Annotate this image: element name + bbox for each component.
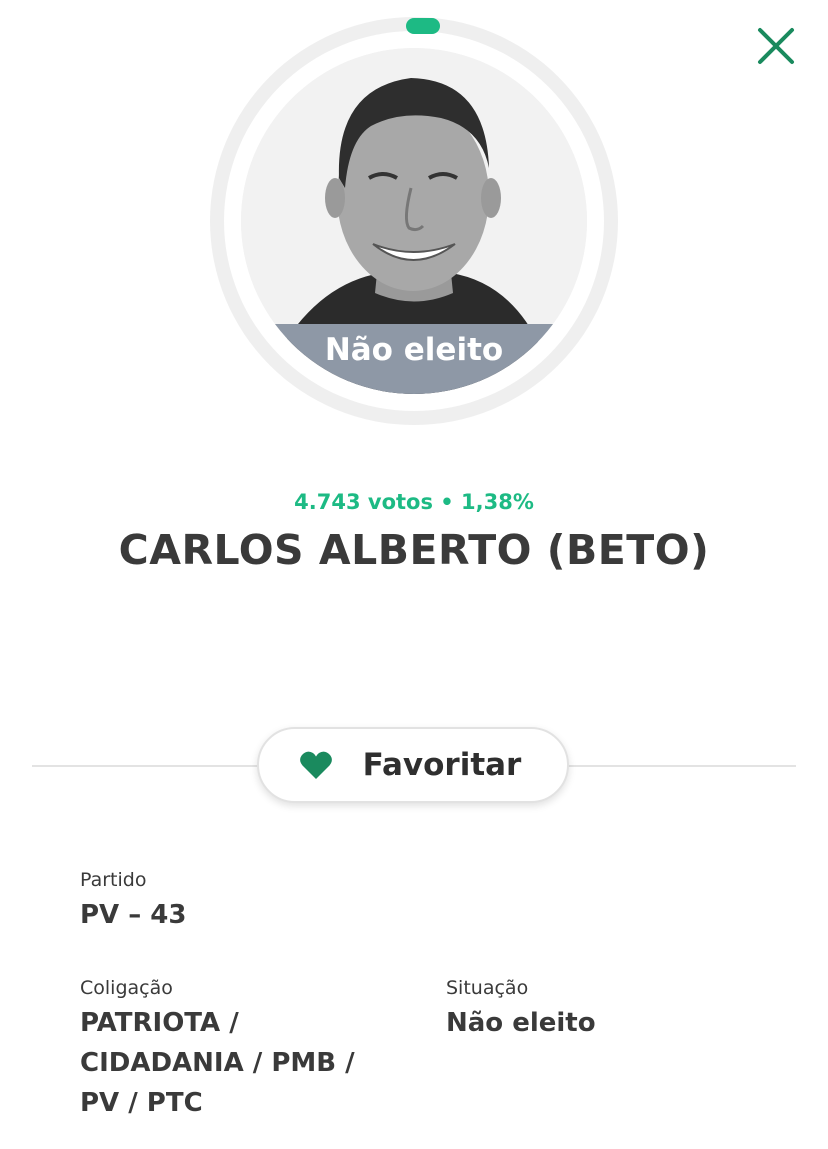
candidate-name: CARLOS ALBERTO (BETO): [118, 526, 710, 574]
votes-summary: 4.743 votos • 1,38%: [294, 490, 534, 514]
situacao-value: Não eleito: [446, 1008, 596, 1038]
status-badge: Não eleito: [241, 324, 587, 394]
favorite-button[interactable]: Favoritar: [257, 727, 569, 803]
candidate-photo: Não eleito: [241, 48, 587, 394]
situacao-label: Situação: [446, 977, 529, 999]
vote-progress-indicator: [406, 18, 440, 34]
coligacao-value-line-1: PATRIOTA /: [80, 1008, 239, 1038]
favorite-button-label: Favoritar: [362, 747, 522, 783]
coligacao-value-line-3: PV / PTC: [80, 1088, 203, 1118]
close-button[interactable]: [750, 20, 802, 72]
partido-value: PV – 43: [80, 900, 187, 930]
heart-icon: [299, 751, 332, 779]
candidate-sheet: Não eleito 4.743 votos • 1,38% CARLOS AL…: [0, 0, 828, 1149]
close-icon: [758, 28, 794, 64]
coligacao-label: Coligação: [80, 977, 173, 999]
coligacao-value-line-2: CIDADANIA / PMB /: [80, 1048, 355, 1078]
partido-label: Partido: [80, 869, 147, 891]
